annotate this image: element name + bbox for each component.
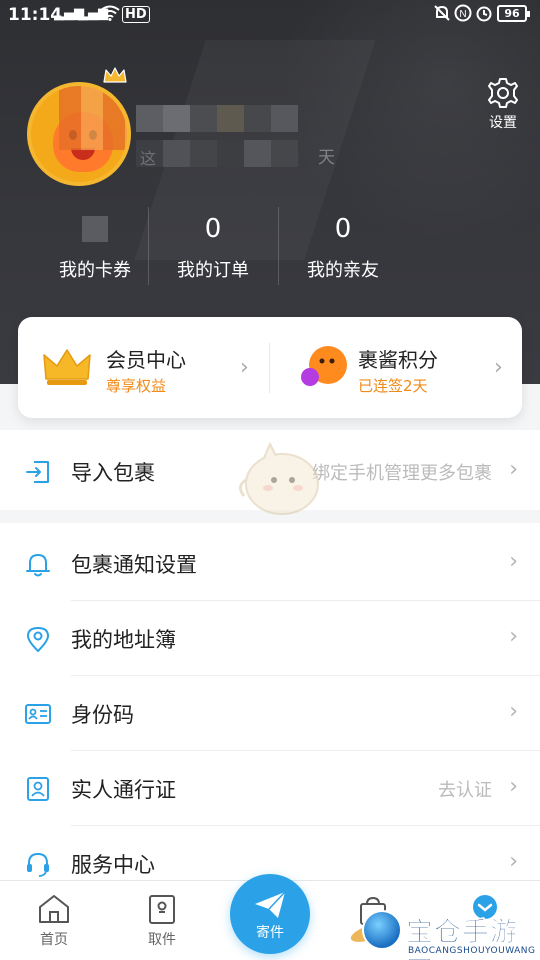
points-button[interactable]: 裹酱积分 已连签2天 ›: [270, 317, 522, 418]
pickup-locker-icon: [149, 895, 175, 924]
chevron-right-icon: ›: [509, 624, 518, 649]
menu-item-label: 身份码: [71, 703, 134, 727]
chevron-right-icon: ›: [509, 457, 518, 482]
mute-bell-icon: [434, 5, 450, 21]
tab-home-label: 首页: [40, 932, 68, 948]
menu-item-identity-pass[interactable]: 实人通行证 去认证 ›: [0, 751, 540, 826]
menu-item-label: 服务中心: [71, 853, 155, 877]
gear-icon: [488, 78, 518, 108]
menu-item-notification-settings[interactable]: 包裹通知设置 ›: [0, 526, 540, 601]
battery-icon: 96: [497, 5, 530, 22]
stat-orders-label: 我的订单: [177, 260, 249, 281]
id-card-icon: [25, 704, 51, 724]
wifi-icon: [100, 5, 120, 25]
avatar[interactable]: [27, 82, 131, 186]
stat-coupons[interactable]: 我的卡券: [30, 210, 160, 282]
site-watermark: 宝仓手游网 BAOCANGSHOUYOUWANG: [348, 900, 540, 960]
package-mascot-icon: [239, 441, 319, 515]
verify-hint: 去认证: [438, 780, 492, 801]
coupon-count-mosaic: [82, 216, 108, 242]
chevron-right-icon: ›: [509, 849, 518, 874]
stat-family[interactable]: 0 我的亲友: [278, 210, 408, 282]
member-card: 会员中心 尊享权益 › 裹酱积分 已连签2天 ›: [18, 317, 522, 418]
chevron-right-icon: ›: [240, 355, 249, 380]
tab-pickup-label: 取件: [148, 932, 176, 948]
nfc-icon: N: [454, 4, 472, 22]
menu-item-label: 实人通行证: [71, 778, 176, 802]
stat-orders-value: 0: [204, 214, 222, 244]
paper-plane-icon: [255, 891, 286, 918]
send-package-label: 寄件: [256, 925, 284, 941]
stat-family-label: 我的亲友: [307, 260, 379, 281]
tab-home[interactable]: 首页: [4, 881, 104, 960]
headset-icon: [27, 852, 49, 877]
send-package-button[interactable]: 寄件: [230, 874, 310, 954]
stat-coupons-label: 我的卡券: [59, 260, 131, 281]
avatar-mosaic: [59, 86, 127, 150]
chevron-right-icon: ›: [509, 549, 518, 574]
globe-logo-icon: [362, 910, 402, 950]
menu-item-label: 包裹通知设置: [71, 553, 197, 577]
signature-mosaic: [136, 140, 298, 167]
gold-crown-icon: [43, 349, 91, 385]
home-icon: [39, 895, 69, 923]
location-pin-icon: [27, 627, 49, 652]
points-subtitle: 已连签2天: [358, 377, 428, 395]
stat-family-value: 0: [334, 214, 352, 244]
points-mascot-icon: [301, 346, 347, 386]
menu-item-label: 我的地址簿: [71, 628, 176, 652]
username-mosaic: [136, 105, 298, 132]
hd-badge: HD: [122, 6, 150, 23]
status-bar: 11:14 ▂▄▆ ▂▄▆ HD N 96: [0, 0, 540, 30]
signature-text: 天: [318, 148, 335, 168]
import-package-label: 导入包裹: [71, 461, 155, 485]
chevron-right-icon: ›: [509, 774, 518, 799]
menu-item-id-code[interactable]: 身份码 ›: [0, 676, 540, 751]
alarm-icon: [476, 6, 492, 22]
vip-crown-icon: [103, 67, 127, 83]
svg-text:N: N: [459, 9, 466, 20]
points-title: 裹酱积分: [358, 348, 438, 372]
bell-icon: [26, 554, 50, 577]
member-center-button[interactable]: 会员中心 尊享权益 ›: [18, 317, 270, 418]
stat-orders[interactable]: 0 我的订单: [148, 210, 278, 282]
menu-item-address-book[interactable]: 我的地址簿 ›: [0, 601, 540, 676]
person-badge-icon: [27, 777, 49, 801]
import-icon: [26, 461, 49, 483]
settings-label: 设置: [489, 115, 517, 131]
watermark-subtitle: BAOCANGSHOUYOUWANG: [408, 946, 536, 956]
settings-button[interactable]: 设置: [482, 76, 524, 132]
chevron-right-icon: ›: [494, 355, 503, 380]
tab-pickup[interactable]: 取件: [112, 881, 212, 960]
member-center-subtitle: 尊享权益: [106, 377, 167, 395]
import-package-hint: 绑定手机管理更多包裹: [312, 463, 492, 484]
chevron-right-icon: ›: [509, 699, 518, 724]
member-center-title: 会员中心: [106, 348, 186, 372]
username-text: 这: [140, 149, 157, 168]
